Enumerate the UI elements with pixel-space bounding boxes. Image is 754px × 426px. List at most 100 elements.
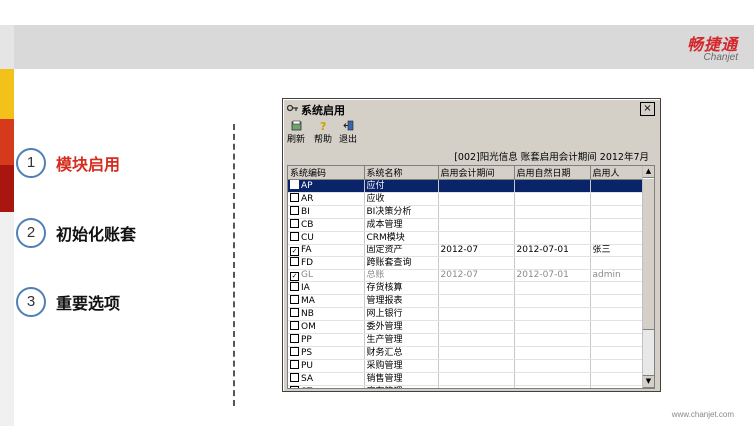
enable-date bbox=[514, 218, 591, 232]
enabled-by: 张三 bbox=[590, 244, 643, 257]
window-titlebar[interactable]: 系统启用 × bbox=[285, 101, 657, 117]
enabled-by bbox=[590, 359, 643, 373]
system-code: OM bbox=[301, 322, 316, 332]
enable-date bbox=[514, 179, 591, 193]
table-row[interactable]: NB 网上银行 bbox=[288, 307, 643, 321]
enable-checkbox[interactable] bbox=[290, 308, 299, 317]
enable-checkbox[interactable] bbox=[290, 334, 299, 343]
system-code: SA bbox=[301, 374, 314, 384]
scroll-down-icon[interactable]: ▼ bbox=[643, 375, 654, 388]
enabled-by bbox=[590, 256, 643, 270]
enable-checkbox[interactable] bbox=[290, 321, 299, 330]
table-row[interactable]: PP 生产管理 bbox=[288, 333, 643, 347]
table-row[interactable]: PS 财务汇总 bbox=[288, 346, 643, 360]
enable-date bbox=[514, 333, 591, 347]
enabled-by bbox=[590, 281, 643, 295]
system-code: GL bbox=[301, 270, 313, 280]
enable-period bbox=[438, 346, 515, 360]
system-name: 应收 bbox=[364, 192, 439, 206]
brand-logo: 畅捷通 Chanjet bbox=[687, 31, 738, 63]
table-row[interactable]: IA 存货核算 bbox=[288, 281, 643, 295]
enable-checkbox[interactable] bbox=[290, 257, 299, 266]
enable-date bbox=[514, 231, 591, 245]
side-stripe-darkred bbox=[0, 165, 14, 212]
scroll-thumb[interactable] bbox=[643, 178, 654, 330]
enable-period: 2012-07 bbox=[438, 244, 515, 257]
table-header-row: 系统编码 系统名称 启用会计期间 启用自然日期 启用人 bbox=[288, 166, 643, 180]
enable-period bbox=[438, 231, 515, 245]
enable-checkbox[interactable] bbox=[290, 360, 299, 369]
table-row[interactable]: ST 库存管理 bbox=[288, 385, 643, 388]
window-toolbar: 刷新 ? 帮助 退出 bbox=[285, 118, 657, 145]
enable-checkbox[interactable] bbox=[290, 180, 299, 189]
help-icon: ? bbox=[312, 120, 334, 133]
help-button[interactable]: ? 帮助 bbox=[312, 120, 334, 145]
dashed-divider bbox=[233, 124, 235, 406]
enable-period bbox=[438, 385, 515, 388]
exit-icon bbox=[337, 120, 359, 132]
enabled-by bbox=[590, 385, 643, 388]
column-header-user[interactable]: 启用人 bbox=[590, 166, 643, 180]
system-code: PU bbox=[301, 361, 314, 371]
enable-checkbox[interactable] bbox=[290, 193, 299, 202]
enable-period bbox=[438, 256, 515, 270]
enable-checkbox[interactable] bbox=[290, 219, 299, 228]
scroll-up-icon[interactable]: ▲ bbox=[643, 166, 654, 178]
column-header-name[interactable]: 系统名称 bbox=[364, 166, 439, 180]
nav-number-circle: 1 bbox=[16, 148, 46, 178]
enable-checkbox[interactable] bbox=[290, 386, 299, 388]
column-header-period[interactable]: 启用会计期间 bbox=[438, 166, 515, 180]
code-cell: SA bbox=[288, 372, 365, 386]
enable-period bbox=[438, 179, 515, 193]
enable-checkbox[interactable] bbox=[290, 347, 299, 356]
enable-period bbox=[438, 192, 515, 206]
code-cell: CU bbox=[288, 231, 365, 245]
code-cell: ST bbox=[288, 385, 365, 388]
system-code: IA bbox=[301, 283, 310, 293]
enabled-by bbox=[590, 179, 643, 193]
enable-checkbox[interactable] bbox=[290, 232, 299, 241]
enable-checkbox[interactable] bbox=[290, 373, 299, 382]
table-row[interactable]: AP 应付 bbox=[288, 179, 643, 193]
enabled-by bbox=[590, 372, 643, 386]
enable-checkbox[interactable]: ✓ bbox=[290, 247, 299, 256]
table-row[interactable]: SA 销售管理 bbox=[288, 372, 643, 386]
system-code: NB bbox=[301, 309, 314, 319]
help-label: 帮助 bbox=[313, 135, 332, 145]
enabled-by bbox=[590, 205, 643, 219]
table-row[interactable]: ✓ FA 固定资产 2012-07 2012-07-01 张三 bbox=[288, 244, 643, 257]
table-row[interactable]: OM 委外管理 bbox=[288, 320, 643, 334]
enable-period: 2012-07 bbox=[438, 269, 515, 282]
system-code: FD bbox=[301, 258, 314, 268]
exit-label: 退出 bbox=[338, 135, 357, 145]
enable-period bbox=[438, 205, 515, 219]
table-row[interactable]: BI BI决策分析 bbox=[288, 205, 643, 219]
table-row[interactable]: MA 管理报表 bbox=[288, 294, 643, 308]
system-code: ST bbox=[301, 387, 312, 388]
refresh-button[interactable]: 刷新 bbox=[285, 120, 307, 145]
enable-checkbox[interactable] bbox=[290, 295, 299, 304]
enable-checkbox[interactable] bbox=[290, 206, 299, 215]
enable-checkbox[interactable] bbox=[290, 282, 299, 291]
column-header-code[interactable]: 系统编码 bbox=[288, 166, 365, 180]
close-button[interactable]: × bbox=[640, 102, 655, 116]
system-name: 销售管理 bbox=[364, 372, 439, 386]
exit-button[interactable]: 退出 bbox=[337, 120, 359, 145]
nav-item-label: 重要选项 bbox=[56, 294, 121, 313]
table-row[interactable]: PU 采购管理 bbox=[288, 359, 643, 373]
account-period-info: [002]阳光信息 账套启用会计期间 2012年7月 bbox=[454, 152, 649, 163]
table-row[interactable]: CU CRM模块 bbox=[288, 231, 643, 245]
vertical-scrollbar[interactable]: ▲ ▼ bbox=[642, 166, 654, 388]
enable-checkbox[interactable]: ✓ bbox=[290, 272, 299, 281]
table-row[interactable]: AR 应收 bbox=[288, 192, 643, 206]
table-row[interactable]: ✓ GL 总账 2012-07 2012-07-01 admin bbox=[288, 269, 643, 282]
enable-period bbox=[438, 307, 515, 321]
table-row[interactable]: FD 跨账套查询 bbox=[288, 256, 643, 270]
enable-date bbox=[514, 372, 591, 386]
side-stripe-gray bbox=[0, 25, 14, 69]
column-header-date[interactable]: 启用自然日期 bbox=[514, 166, 591, 180]
nav-number-circle: 3 bbox=[16, 287, 46, 317]
enable-period bbox=[438, 281, 515, 295]
enable-date bbox=[514, 346, 591, 360]
table-row[interactable]: CB 成本管理 bbox=[288, 218, 643, 232]
